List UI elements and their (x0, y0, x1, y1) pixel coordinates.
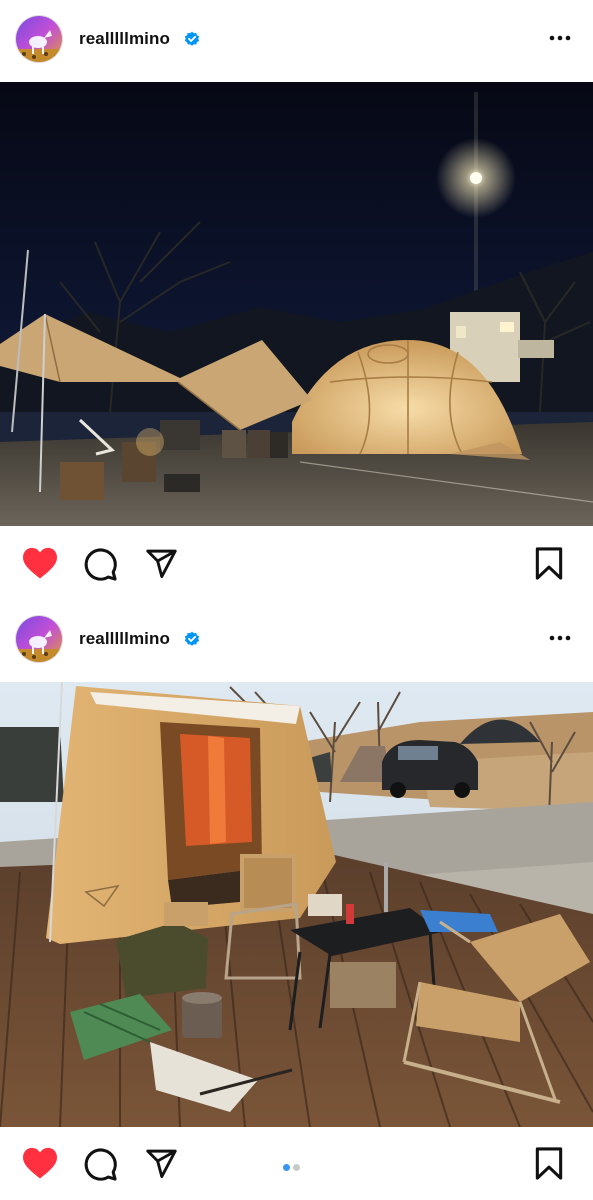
username[interactable]: realllllmino (79, 29, 170, 49)
comment-icon[interactable] (83, 1147, 118, 1182)
bookmark-icon[interactable] (533, 1146, 565, 1181)
post-header: realllllmino (0, 0, 593, 80)
avatar[interactable] (16, 16, 62, 62)
verified-badge-icon (184, 31, 200, 47)
carousel-indicator (283, 1158, 303, 1176)
share-icon[interactable] (144, 547, 179, 580)
carousel-dot-active[interactable] (283, 1164, 290, 1171)
share-icon[interactable] (144, 1147, 179, 1180)
heart-icon[interactable] (21, 1146, 59, 1180)
post-header: realllllmino (0, 600, 593, 680)
more-options-icon[interactable] (547, 28, 573, 48)
username[interactable]: realllllmino (79, 629, 170, 649)
avatar[interactable] (16, 616, 62, 662)
heart-icon[interactable] (21, 546, 59, 580)
comment-icon[interactable] (83, 547, 118, 582)
post-photo[interactable] (0, 682, 593, 1127)
post-photo[interactable] (0, 82, 593, 526)
more-options-icon[interactable] (547, 628, 573, 648)
verified-badge-icon (184, 631, 200, 647)
carousel-dot[interactable] (293, 1164, 300, 1171)
bookmark-icon[interactable] (533, 546, 565, 581)
action-bar (0, 1130, 593, 1200)
action-bar (0, 530, 593, 600)
